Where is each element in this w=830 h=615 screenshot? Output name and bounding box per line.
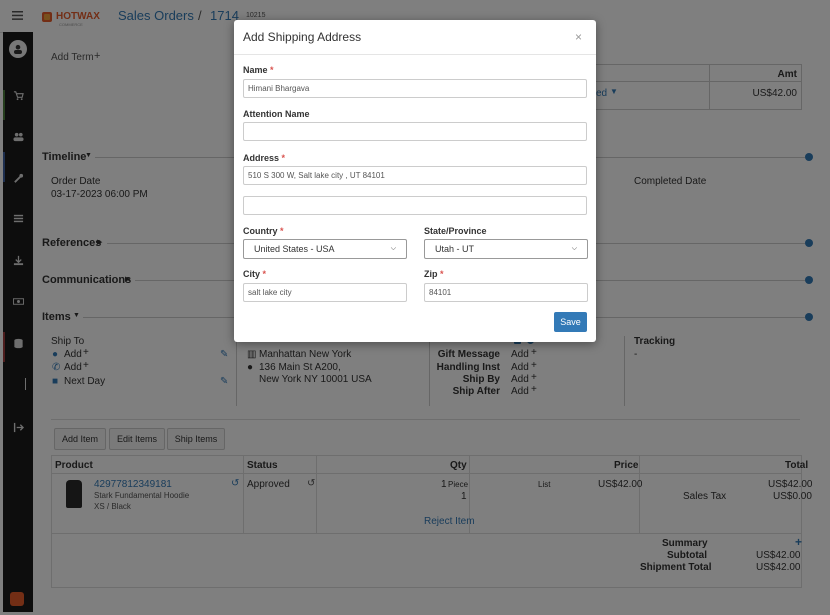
- address-line2-field[interactable]: [243, 196, 587, 215]
- state-select[interactable]: Utah - UT ⌵: [424, 239, 588, 259]
- save-label: Save: [560, 317, 581, 327]
- city-field[interactable]: salt lake city: [243, 283, 407, 302]
- country-select[interactable]: United States - USA ⌵: [243, 239, 407, 259]
- zip-label: Zip *: [424, 269, 444, 279]
- chevron-down-icon: ⌵: [390, 245, 396, 252]
- state-value: Utah - UT: [435, 244, 475, 254]
- save-button[interactable]: Save: [554, 312, 587, 332]
- country-label: Country *: [243, 226, 284, 236]
- close-icon[interactable]: ×: [575, 30, 582, 44]
- name-label: Name *: [243, 65, 274, 75]
- state-label: State/Province: [424, 226, 487, 236]
- name-field[interactable]: Himani Bhargava: [243, 79, 587, 98]
- chevron-down-icon: ⌵: [571, 245, 577, 252]
- attention-name-field[interactable]: [243, 122, 587, 141]
- country-value: United States - USA: [254, 244, 335, 254]
- city-label: City *: [243, 269, 267, 279]
- attention-name-label: Attention Name: [243, 109, 310, 119]
- zip-field[interactable]: 84101: [424, 283, 588, 302]
- address-label: Address *: [243, 153, 286, 163]
- add-shipping-address-modal: Add Shipping Address × Name * Himani Bha…: [234, 20, 596, 342]
- modal-title: Add Shipping Address: [243, 30, 362, 44]
- address-field[interactable]: 510 S 300 W, Salt lake city , UT 84101: [243, 166, 587, 185]
- app-root: HOTWAX COMMERCE Sales Orders / 1714 1021…: [0, 0, 830, 615]
